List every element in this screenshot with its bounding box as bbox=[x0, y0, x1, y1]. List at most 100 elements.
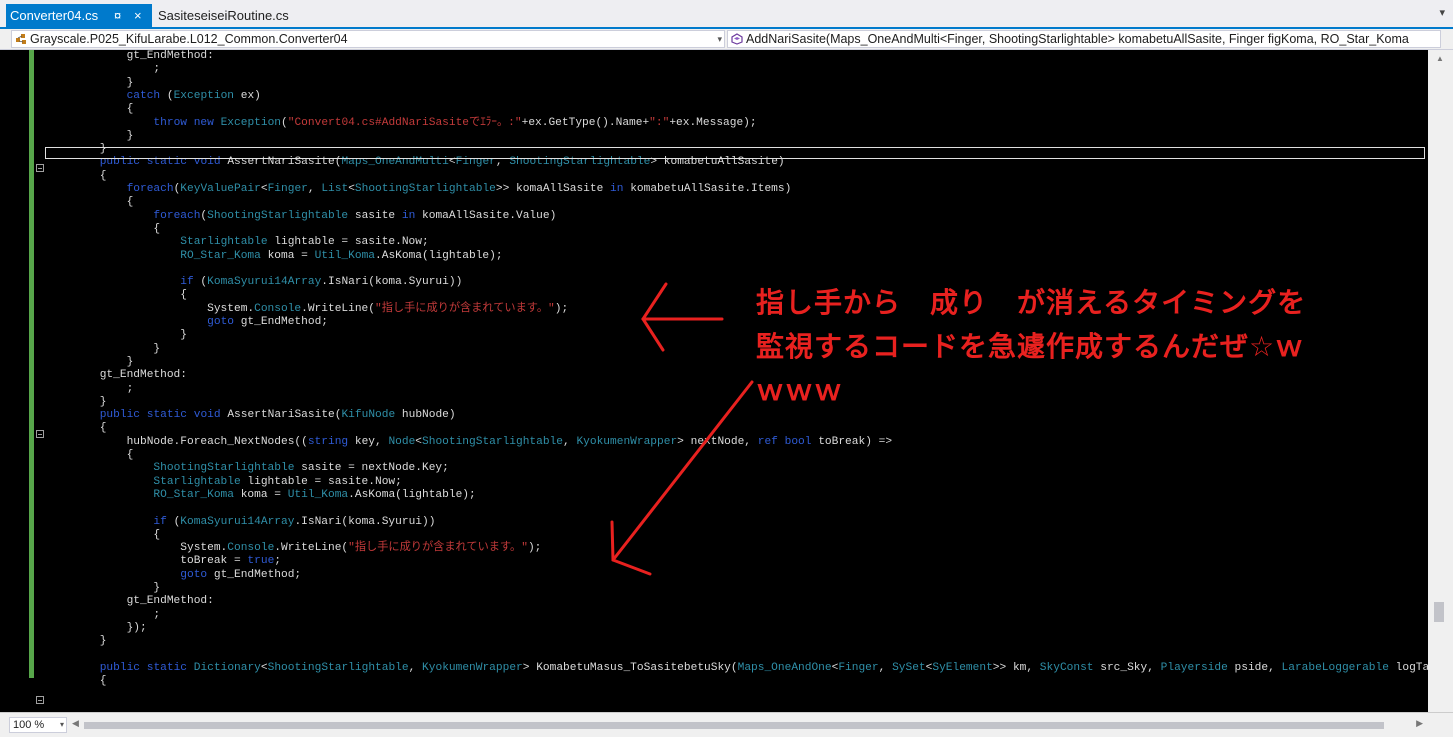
scroll-up-icon[interactable]: ▲ bbox=[1436, 54, 1444, 63]
code-token: koma = bbox=[234, 489, 288, 501]
code-token: } bbox=[46, 329, 187, 341]
code-line[interactable]: if (KomaSyurui14Array.IsNari(koma.Syurui… bbox=[46, 275, 462, 289]
code-line[interactable]: RO_Star_Koma koma = Util_Koma.AsKoma(lig… bbox=[46, 488, 475, 502]
code-line[interactable]: { bbox=[46, 102, 134, 116]
code-line[interactable]: { bbox=[46, 288, 187, 302]
code-line[interactable]: hubNode.Foreach_NextNodes((string key, N… bbox=[46, 435, 893, 449]
scroll-thumb[interactable] bbox=[1434, 602, 1444, 622]
code-line[interactable]: goto gt_EndMethod; bbox=[46, 568, 301, 582]
code-token: void bbox=[193, 409, 221, 421]
code-line[interactable]: ShootingStarlightable sasite = nextNode.… bbox=[46, 461, 448, 475]
code-line[interactable]: gt_EndMethod: bbox=[46, 594, 214, 608]
chevron-down-icon[interactable]: ▾ bbox=[717, 31, 722, 47]
code-line[interactable]: { bbox=[46, 195, 134, 209]
code-line[interactable]: Starlightable lightable = sasite.Now; bbox=[46, 235, 428, 249]
code-line[interactable]: ; bbox=[46, 382, 134, 396]
code-line[interactable]: gt_EndMethod: bbox=[46, 368, 187, 382]
member-dropdown-value: AddNariSasite(Maps_OneAndMulti<Finger, S… bbox=[746, 32, 1409, 46]
zoom-dropdown[interactable]: 100 % ▾ bbox=[9, 717, 67, 733]
collapse-icon[interactable] bbox=[36, 696, 44, 704]
type-dropdown[interactable]: Grayscale.P025_KifuLarabe.L012_Common.Co… bbox=[11, 30, 725, 48]
editor-bottom-bar: 100 % ▾ ◀ ▶ bbox=[0, 712, 1453, 737]
code-token: "指し手に成りが含まれています。" bbox=[374, 303, 555, 315]
chevron-down-icon[interactable]: ▾ bbox=[60, 718, 64, 732]
code-line[interactable]: public static Dictionary<ShootingStarlig… bbox=[46, 661, 1428, 675]
code-token: Dictionary bbox=[193, 662, 261, 674]
code-line[interactable]: } bbox=[46, 342, 160, 356]
code-token: Node bbox=[388, 436, 416, 448]
code-line[interactable]: { bbox=[46, 674, 107, 688]
code-line[interactable]: } bbox=[46, 76, 134, 90]
code-token: { bbox=[46, 289, 187, 301]
code-line[interactable]: } bbox=[46, 328, 187, 342]
code-editor[interactable]: gt_EndMethod: ; } catch (Exception ex) {… bbox=[0, 50, 1428, 712]
code-line[interactable]: ; bbox=[46, 608, 160, 622]
code-line[interactable]: toBreak = true; bbox=[46, 554, 281, 568]
code-line[interactable]: goto gt_EndMethod; bbox=[46, 315, 328, 329]
code-line[interactable]: } bbox=[46, 355, 134, 369]
code-token: }); bbox=[46, 622, 147, 634]
code-line[interactable]: } bbox=[46, 581, 160, 595]
code-line[interactable]: System.Console.WriteLine("指し手に成りが含まれています… bbox=[46, 541, 541, 555]
code-token: ; bbox=[46, 609, 161, 621]
tab-dropdown-icon[interactable]: ▾ bbox=[1439, 6, 1445, 19]
code-token: SyElement bbox=[932, 662, 993, 674]
code-line[interactable]: if (KomaSyurui14Array.IsNari(koma.Syurui… bbox=[46, 515, 435, 529]
code-token: Exception bbox=[220, 117, 282, 129]
code-token: goto bbox=[207, 316, 234, 328]
code-line[interactable]: } bbox=[46, 634, 107, 648]
tab-sasiteseisei-routine[interactable]: SasiteseiseiRoutine.cs bbox=[154, 4, 334, 27]
vertical-scrollbar[interactable]: ▲ bbox=[1428, 50, 1453, 712]
close-icon[interactable]: × bbox=[134, 4, 142, 27]
collapse-icon[interactable] bbox=[36, 430, 44, 438]
code-token: .WriteLine( bbox=[301, 303, 375, 315]
code-line[interactable]: ; bbox=[46, 62, 160, 76]
code-line[interactable]: { bbox=[46, 528, 160, 542]
code-line[interactable]: { bbox=[46, 421, 107, 435]
code-line[interactable]: System.Console.WriteLine("指し手に成りが含まれています… bbox=[46, 302, 568, 316]
code-token: .IsNari(koma.Syurui)) bbox=[321, 276, 463, 288]
code-token: foreach bbox=[153, 210, 201, 222]
change-marker-bar bbox=[29, 50, 34, 678]
code-token: Console bbox=[254, 303, 302, 315]
pin-icon[interactable]: ¤ bbox=[114, 4, 121, 27]
collapse-icon[interactable] bbox=[36, 164, 44, 172]
code-token: } bbox=[46, 582, 161, 594]
code-line[interactable]: }); bbox=[46, 621, 147, 635]
code-token: } bbox=[46, 130, 134, 142]
code-token: ; bbox=[46, 63, 161, 75]
code-line[interactable]: catch (Exception ex) bbox=[46, 89, 261, 103]
member-dropdown[interactable]: AddNariSasite(Maps_OneAndMulti<Finger, S… bbox=[727, 30, 1441, 48]
code-line[interactable]: Starlightable lightable = sasite.Now; bbox=[46, 475, 402, 489]
code-line[interactable]: foreach(KeyValuePair<Finger, List<Shooti… bbox=[46, 182, 792, 196]
code-token: } bbox=[46, 343, 161, 355]
code-line[interactable]: RO_Star_Koma koma = Util_Koma.AsKoma(lig… bbox=[46, 249, 502, 263]
tab-converter04[interactable]: Converter04.cs ¤ × bbox=[6, 4, 152, 27]
code-token: komaAllSasite.Value) bbox=[415, 210, 557, 222]
scroll-right-icon[interactable]: ▶ bbox=[1416, 718, 1423, 729]
code-token: < bbox=[348, 183, 355, 195]
code-token: toBreak = bbox=[46, 555, 248, 567]
code-line[interactable]: } bbox=[46, 129, 134, 143]
code-line[interactable]: public static void AssertNariSasite(Kifu… bbox=[46, 408, 456, 422]
code-token: pside, bbox=[1227, 662, 1282, 674]
code-line[interactable]: { bbox=[46, 222, 160, 236]
code-line[interactable]: throw new Exception("Convert04.cs#AddNar… bbox=[46, 116, 756, 130]
code-line[interactable]: } bbox=[46, 395, 107, 409]
code-token: RO_Star_Koma bbox=[180, 250, 261, 262]
horizontal-scroll-thumb[interactable] bbox=[84, 722, 1384, 729]
code-token: Playerside bbox=[1160, 662, 1228, 674]
code-line[interactable]: foreach(ShootingStarlightable sasite in … bbox=[46, 209, 556, 223]
scroll-left-icon[interactable]: ◀ bbox=[72, 718, 79, 729]
code-token: lightable = sasite.Now; bbox=[240, 476, 402, 488]
code-token: ex) bbox=[234, 90, 261, 102]
horizontal-scrollbar[interactable]: ◀ ▶ bbox=[70, 718, 1425, 732]
code-line[interactable]: { bbox=[46, 448, 134, 462]
code-line[interactable]: { bbox=[46, 169, 107, 183]
